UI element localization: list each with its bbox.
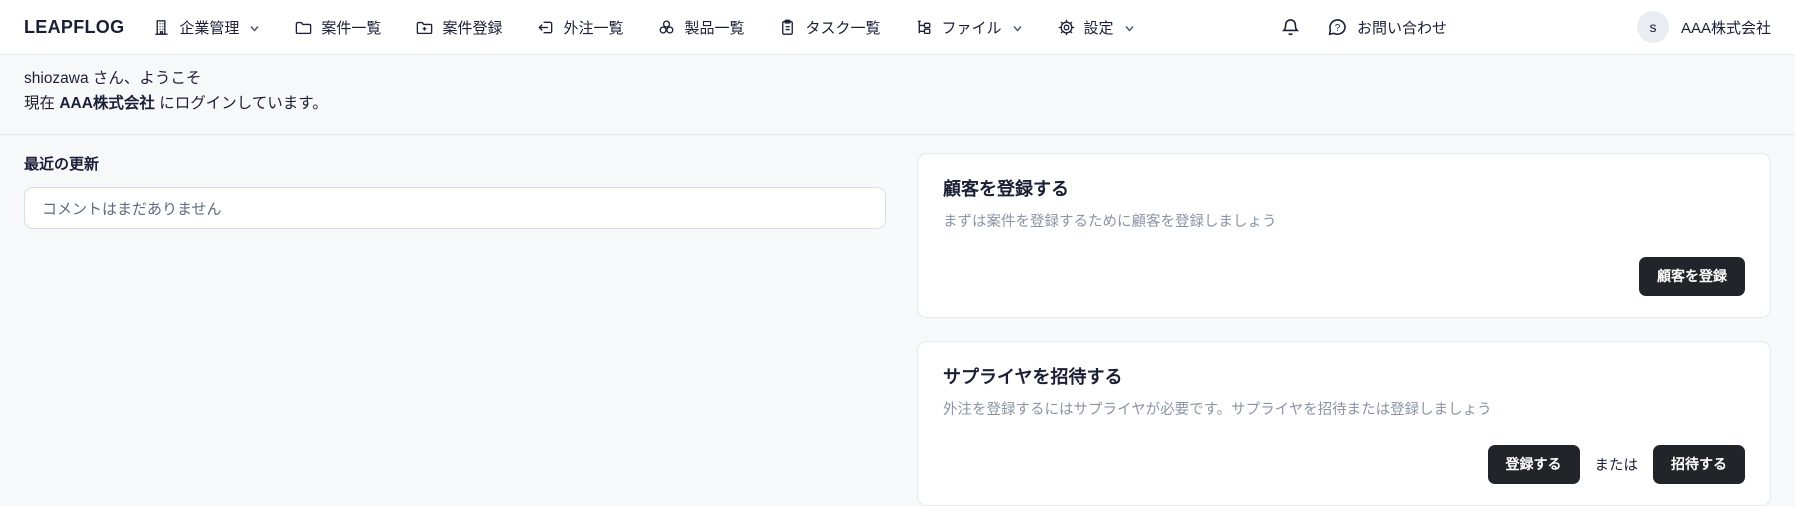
card-actions: 顧客を登録: [943, 257, 1745, 296]
gear-icon: [1057, 18, 1076, 37]
contact-label: お問い合わせ: [1356, 19, 1447, 37]
chevron-down-icon: [1012, 23, 1023, 34]
nav-item-label: 企業管理: [179, 19, 240, 37]
card-actions: 登録する または 招待する: [943, 445, 1745, 484]
nav-item-outsourcing-list[interactable]: 外注一覧: [536, 17, 623, 38]
nav-item-label: 案件一覧: [321, 19, 382, 37]
nav-item-label: ファイル: [941, 19, 1002, 37]
card-title: サプライヤを招待する: [943, 367, 1123, 387]
current-company: AAA株式会社: [59, 95, 155, 112]
nav-item-company-management[interactable]: 企業管理: [152, 17, 260, 38]
invite-supplier-button[interactable]: 招待する: [1653, 445, 1745, 484]
nav-item-label: 案件登録: [442, 19, 503, 37]
card-description: 外注を登録するにはサプライヤが必要です。サプライヤを招待または登録しましょう: [943, 402, 1492, 418]
nav-item-label: タスク一覧: [805, 19, 881, 37]
account-menu[interactable]: s AAA株式会社: [1636, 11, 1771, 43]
main-navigation: 企業管理 案件一覧 案件登録 外注一覧 製品一覧 タスク一覧 ファイル 設定: [152, 17, 1134, 38]
navbar-right: ? お問い合わせ s AAA株式会社: [1280, 11, 1771, 43]
welcome-line2: 現在 AAA株式会社 にログインしています。: [24, 95, 328, 112]
contact-button[interactable]: ? お問い合わせ: [1327, 17, 1447, 38]
nav-item-label: 製品一覧: [684, 19, 745, 37]
nav-item-label: 設定: [1083, 19, 1114, 37]
help-chat-icon: ?: [1327, 17, 1348, 38]
nav-item-task-list[interactable]: タスク一覧: [778, 17, 881, 38]
building-icon: [152, 18, 171, 37]
welcome-banner: shiozawa さん、ようこそ 現在 AAA株式会社 にログインしています。: [0, 55, 1795, 135]
folder-plus-icon: [415, 18, 434, 37]
recent-updates-empty-state: コメントはまだありません: [24, 187, 886, 229]
chevron-down-icon: [249, 23, 260, 34]
or-separator: または: [1594, 458, 1639, 474]
card-description: まずは案件を登録するために顧客を登録しましょう: [943, 214, 1277, 230]
circles-icon: [657, 18, 676, 37]
recent-updates-title: 最近の更新: [24, 156, 100, 173]
nav-item-settings[interactable]: 設定: [1057, 17, 1135, 38]
welcome-line1: shiozawa さん、ようこそ: [24, 70, 202, 87]
brand-logo[interactable]: LEAPFLOG: [24, 17, 124, 38]
nav-item-product-list[interactable]: 製品一覧: [657, 17, 744, 38]
tree-icon: [915, 18, 934, 37]
company-name: AAA株式会社: [1680, 19, 1771, 37]
recent-updates-section: 最近の更新 コメントはまだありません: [24, 153, 886, 229]
main-content: 最近の更新 コメントはまだありません 顧客を登録する まずは案件を登録するために…: [0, 135, 1795, 506]
bell-icon: [1280, 17, 1301, 38]
chevron-down-icon: [1124, 23, 1135, 34]
card-title: 顧客を登録する: [943, 179, 1069, 199]
onboarding-cards: 顧客を登録する まずは案件を登録するために顧客を登録しましょう 顧客を登録 サプ…: [917, 153, 1771, 506]
register-customer-card: 顧客を登録する まずは案件を登録するために顧客を登録しましょう 顧客を登録: [917, 153, 1771, 318]
folder-return-icon: [536, 18, 555, 37]
clipboard-icon: [778, 18, 797, 37]
nav-item-label: 外注一覧: [563, 19, 624, 37]
folder-icon: [294, 18, 313, 37]
notification-bell-button[interactable]: [1280, 17, 1301, 38]
invite-supplier-card: サプライヤを招待する 外注を登録するにはサプライヤが必要です。サプライヤを招待ま…: [917, 341, 1771, 506]
svg-text:?: ?: [1335, 23, 1341, 34]
nav-item-case-list[interactable]: 案件一覧: [294, 17, 381, 38]
nav-item-files[interactable]: ファイル: [915, 17, 1023, 38]
register-supplier-button[interactable]: 登録する: [1487, 445, 1580, 484]
top-navbar: LEAPFLOG 企業管理 案件一覧 案件登録 外注一覧 製品一覧 タスク一覧 …: [0, 0, 1795, 55]
nav-item-case-register[interactable]: 案件登録: [415, 17, 502, 38]
avatar: s: [1636, 11, 1669, 43]
register-customer-button[interactable]: 顧客を登録: [1639, 257, 1745, 296]
